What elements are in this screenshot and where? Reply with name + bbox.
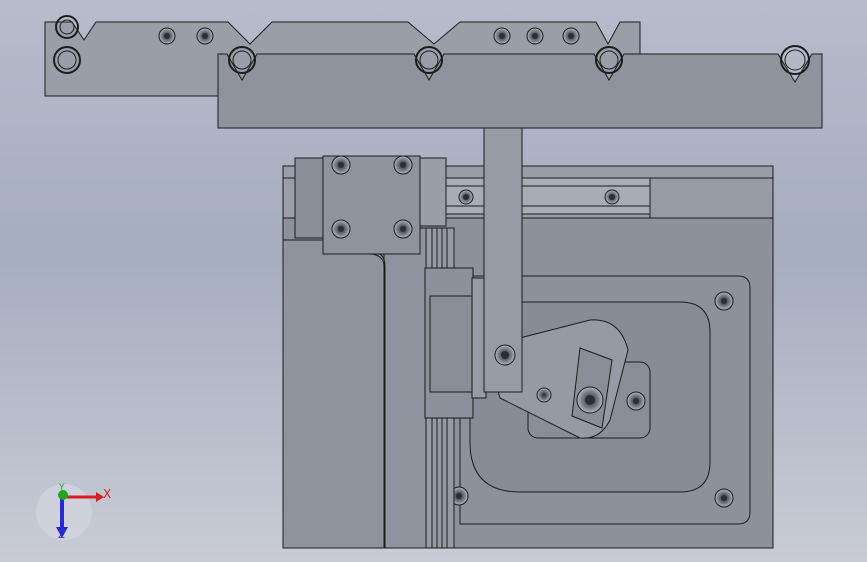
bar-bolt-center bbox=[532, 33, 538, 39]
y-axis-label: Y bbox=[59, 483, 65, 493]
arm-pivot-center bbox=[501, 351, 509, 359]
assembly-drawing[interactable] bbox=[0, 0, 867, 562]
x-axis-label: X bbox=[103, 487, 112, 501]
carriage-bolt-center bbox=[338, 162, 344, 168]
follower-block[interactable] bbox=[424, 267, 487, 419]
front-v-groove-bar[interactable] bbox=[217, 45, 823, 129]
connecting-arm[interactable] bbox=[483, 127, 523, 393]
crank-pivot-center bbox=[585, 395, 595, 405]
plate-bolt-center bbox=[721, 298, 727, 304]
plate-bolt-center bbox=[456, 493, 462, 499]
rail-bolt-center bbox=[463, 194, 469, 200]
round-bar-stock-inner bbox=[784, 49, 806, 71]
plate-bolt-center bbox=[721, 495, 727, 501]
carriage-bolt-center bbox=[400, 226, 406, 232]
bar-bolt-center bbox=[202, 33, 208, 39]
coordinate-triad bbox=[36, 484, 104, 540]
carriage-bolt-center bbox=[338, 226, 344, 232]
rail-bolt-center bbox=[609, 194, 615, 200]
crank-bolt bbox=[536, 387, 552, 403]
cad-viewport[interactable]: X Y Z bbox=[0, 0, 867, 562]
crank-bolt-center bbox=[633, 398, 639, 404]
bar-bolt-center bbox=[499, 33, 505, 39]
carriage-bolt-center bbox=[400, 162, 406, 168]
bar-bolt-center bbox=[164, 33, 170, 39]
z-axis-label: Z bbox=[58, 530, 65, 541]
bar-bolt-center bbox=[568, 33, 574, 39]
